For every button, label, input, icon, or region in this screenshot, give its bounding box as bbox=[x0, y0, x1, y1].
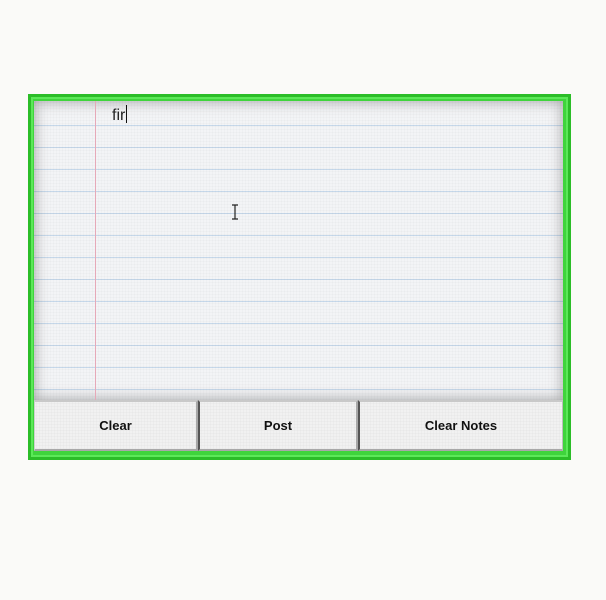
ibeam-cursor-icon bbox=[232, 204, 238, 220]
clear-button[interactable]: Clear bbox=[34, 400, 198, 451]
text-caret bbox=[126, 105, 128, 123]
note-text: fir bbox=[112, 107, 126, 124]
note-text-area[interactable]: fir bbox=[112, 105, 552, 127]
margin-line bbox=[95, 101, 96, 400]
post-button[interactable]: Post bbox=[198, 400, 358, 451]
button-bar: Clear Post Clear Notes bbox=[34, 400, 563, 451]
notepad-paper[interactable]: fir bbox=[34, 101, 563, 400]
clear-notes-button[interactable]: Clear Notes bbox=[358, 400, 563, 451]
